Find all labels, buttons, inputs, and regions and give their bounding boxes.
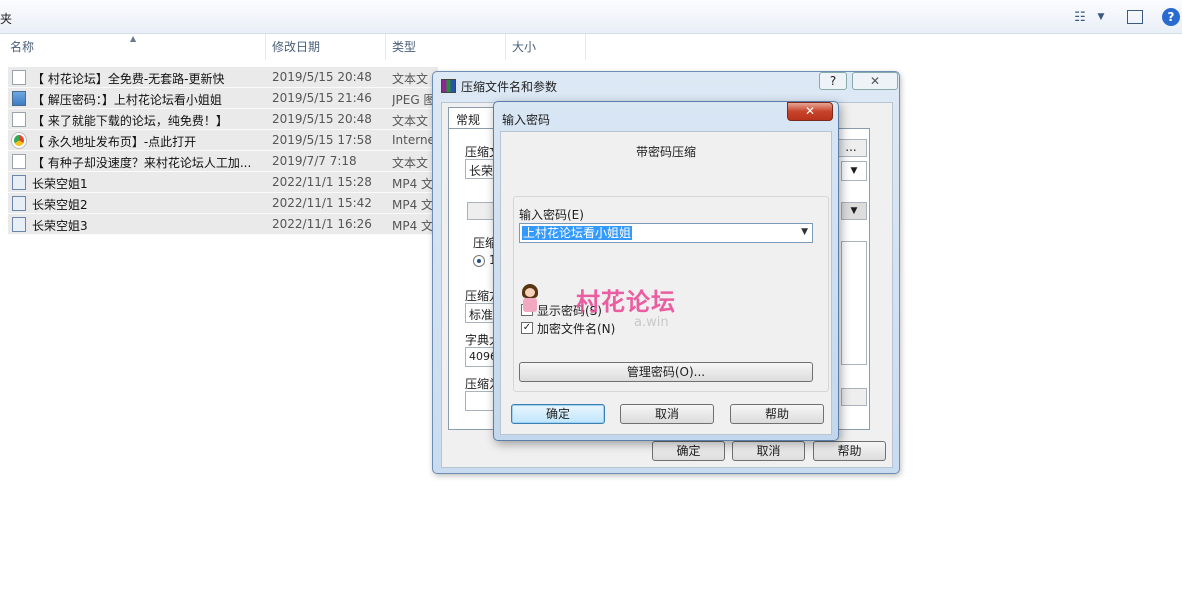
image-file-icon	[12, 91, 26, 106]
archive-name-value: 长荣	[469, 164, 494, 178]
help-button[interactable]: 帮助	[730, 404, 824, 424]
format-radio[interactable]	[473, 255, 485, 267]
chevron-down-icon[interactable]: ▼	[841, 202, 867, 220]
file-row[interactable]: 【 来了就能下载的论坛，纯免费！】 2019/5/15 20:48 文本文	[8, 109, 438, 130]
file-list: 【 村花论坛】全免费-无套路-更新快 2019/5/15 20:48 文本文 【…	[8, 67, 438, 235]
explorer-toolbar: 夹 ☷ ▼ ?	[0, 0, 1182, 34]
file-row[interactable]: 长荣空姐1 2022/11/1 15:28 MP4 文	[8, 172, 438, 193]
dialog-close-button[interactable]: ✕	[852, 72, 898, 90]
video-file-icon	[12, 175, 26, 190]
chevron-down-icon[interactable]: ▼	[1095, 8, 1107, 26]
text-file-icon	[12, 70, 26, 85]
ok-button[interactable]: 确定	[511, 404, 605, 424]
column-header-date[interactable]: 修改日期	[266, 34, 386, 60]
password-value: 上村花论坛看小姐姐	[522, 226, 633, 240]
file-date: 2019/7/7 7:18	[272, 154, 357, 168]
password-dialog: 输入密码 ✕ 带密码压缩 输入密码(E) 上村花论坛看小姐姐 ▼ 显示密码(S)…	[493, 101, 839, 441]
tab-general[interactable]: 常规	[448, 107, 498, 129]
password-label: 输入密码(E)	[519, 208, 584, 222]
file-name: 【 永久地址发布页】-点此打开	[32, 135, 197, 149]
options-button-edge[interactable]	[841, 388, 867, 406]
dialog-help-button[interactable]: ?	[819, 72, 847, 90]
watermark-text: 村花论坛	[576, 288, 676, 316]
ok-button[interactable]: 确定	[652, 441, 725, 461]
file-name: 【 解压密码：】上村花论坛看小姐姐	[32, 93, 222, 107]
cancel-button[interactable]: 取消	[732, 441, 805, 461]
browse-button[interactable]: ...	[835, 139, 867, 157]
column-header-name[interactable]: 名称	[4, 34, 266, 60]
preview-pane-icon[interactable]	[1127, 10, 1143, 24]
manage-passwords-button[interactable]: 管理密码(O)...	[519, 362, 813, 382]
winrar-icon	[441, 79, 456, 93]
text-file-icon	[12, 112, 26, 127]
file-date: 2019/5/15 17:58	[272, 133, 372, 147]
options-list-edge	[841, 241, 867, 365]
file-date: 2022/11/1 15:42	[272, 196, 372, 210]
file-row[interactable]: 【 村花论坛】全免费-无套路-更新快 2019/5/15 20:48 文本文	[8, 67, 438, 88]
close-button[interactable]: ✕	[787, 102, 833, 121]
text-file-icon	[12, 154, 26, 169]
file-date: 2019/5/15 20:48	[272, 112, 372, 126]
file-name: 长荣空姐1	[32, 177, 88, 191]
file-name: 【 村花论坛】全免费-无套路-更新快	[32, 72, 225, 86]
file-name: 长荣空姐3	[32, 219, 88, 233]
column-header-type[interactable]: 类型	[386, 34, 506, 60]
file-date: 2019/5/15 21:46	[272, 91, 372, 105]
file-name: 【 来了就能下载的论坛，纯免费！】	[32, 114, 228, 128]
chevron-down-icon[interactable]: ▼	[801, 227, 808, 237]
video-file-icon	[12, 196, 26, 211]
watermark-subtext: a.win	[634, 315, 669, 330]
file-row[interactable]: 长荣空姐2 2022/11/1 15:42 MP4 文	[8, 193, 438, 214]
watermark: 村花论坛 a.win	[516, 282, 676, 332]
file-name: 长荣空姐2	[32, 198, 88, 212]
dialog-title: 压缩文件名和参数	[461, 80, 558, 94]
file-row[interactable]: 【 有种子却没速度？来村花论坛人工加... 2019/7/7 7:18 文本文	[8, 151, 438, 172]
compression-level-value: 标准	[469, 308, 494, 322]
password-input[interactable]: 上村花论坛看小姐姐 ▼	[519, 223, 813, 243]
file-row[interactable]: 【 永久地址发布页】-点此打开 2019/5/15 17:58 Interne	[8, 130, 438, 151]
file-name: 【 有种子却没速度？来村花论坛人工加...	[32, 156, 252, 170]
dialog-title: 输入密码	[502, 113, 551, 127]
file-row[interactable]: 【 解压密码：】上村花论坛看小姐姐 2019/5/15 21:46 JPEG 图	[8, 88, 438, 109]
file-row[interactable]: 长荣空姐3 2022/11/1 16:26 MP4 文	[8, 214, 438, 235]
mascot-girl-icon	[520, 284, 540, 312]
file-date: 2022/11/1 16:26	[272, 217, 372, 231]
file-date: 2019/5/15 20:48	[272, 70, 372, 84]
video-file-icon	[12, 217, 26, 232]
browser-shortcut-icon	[12, 133, 26, 148]
cancel-button[interactable]: 取消	[620, 404, 714, 424]
help-icon[interactable]: ?	[1162, 8, 1180, 26]
window-title-fragment: 夹	[0, 12, 13, 26]
chevron-down-icon[interactable]: ▼	[841, 161, 867, 181]
dialog-heading: 带密码压缩	[635, 145, 696, 159]
column-header-size[interactable]: 大小	[506, 34, 586, 60]
file-date: 2022/11/1 15:28	[272, 175, 372, 189]
view-options-icon[interactable]: ☷	[1072, 8, 1088, 26]
help-button[interactable]: 帮助	[813, 441, 886, 461]
column-header-row: 名称 修改日期 类型 大小	[0, 34, 1182, 60]
